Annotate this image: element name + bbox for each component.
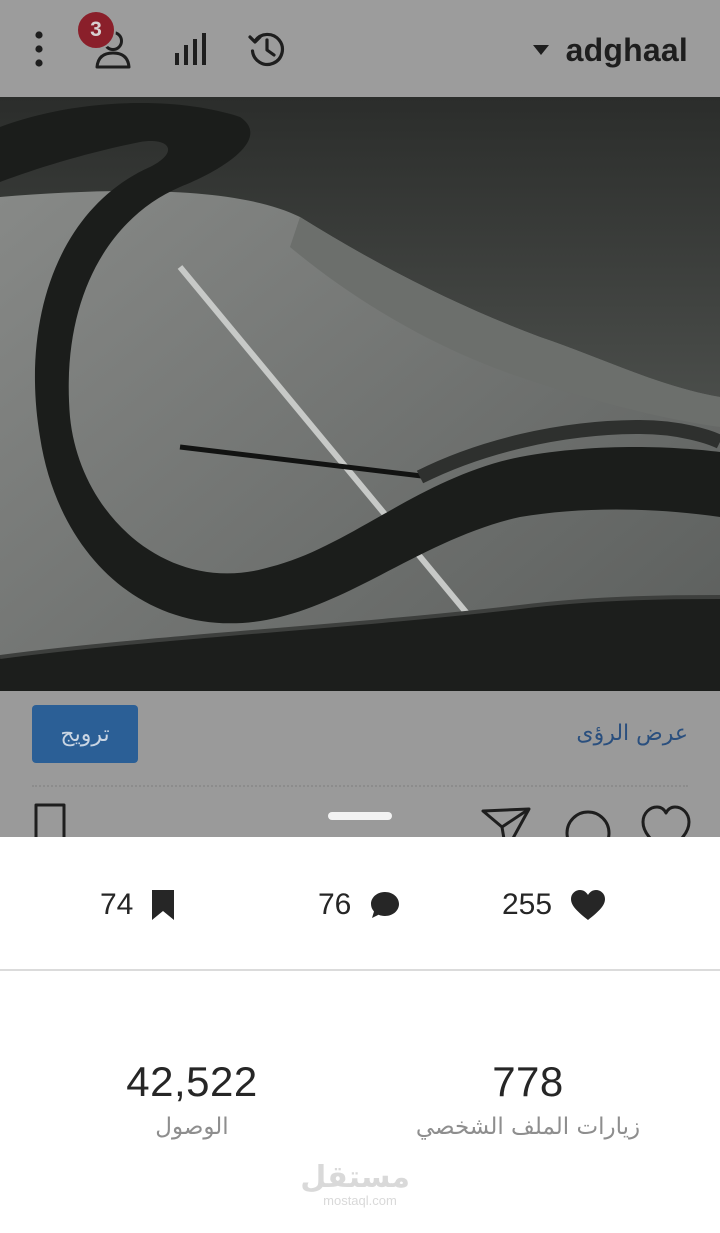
likes-count: 255 xyxy=(502,888,553,921)
profile-visits-metric: 778 زيارات الملف الشخصي xyxy=(378,1058,678,1140)
profile-visits-label: زيارات الملف الشخصي xyxy=(415,1114,641,1140)
notification-badge: 3 xyxy=(76,10,116,50)
saves-count: 74 xyxy=(100,888,134,921)
watermark-url: mostaql.com xyxy=(323,1193,397,1208)
sheet-drag-handle[interactable] xyxy=(328,812,392,820)
comment-bubble-icon xyxy=(565,810,611,837)
profile-visits-value: 778 xyxy=(492,1058,564,1105)
stats-divider xyxy=(0,969,720,971)
comment-filled-icon xyxy=(371,892,400,918)
activity-history-button[interactable] xyxy=(242,24,292,74)
account-name: adghaal xyxy=(565,31,688,68)
interaction-stats: 74 76 255 xyxy=(0,837,720,970)
direct-send-icon xyxy=(481,807,531,837)
comments-count: 76 xyxy=(318,888,352,921)
activity-history-icon xyxy=(248,32,285,67)
view-insights-link[interactable]: عرض الرؤى xyxy=(576,721,688,746)
footer-divider xyxy=(32,785,688,787)
promote-button[interactable]: ترويج xyxy=(32,705,138,763)
insights-button[interactable] xyxy=(166,24,216,74)
more-options-button[interactable] xyxy=(14,24,64,74)
comments-stat: 76 xyxy=(318,885,401,925)
top-app-bar: 3 adghaal xyxy=(0,0,720,97)
heart-filled-icon xyxy=(571,890,606,920)
more-vertical-icon xyxy=(35,31,43,67)
heart-outline-icon xyxy=(641,805,691,837)
watermark-mark: مستقل xyxy=(300,1160,410,1195)
reach-metric: 42,522 الوصول xyxy=(42,1058,342,1140)
share-action-button[interactable] xyxy=(480,803,532,837)
account-switcher[interactable]: adghaal xyxy=(532,28,688,72)
saves-stat: 74 xyxy=(100,885,175,925)
video-thumbnail-image xyxy=(0,97,720,691)
insights-bar-chart-icon xyxy=(175,33,206,65)
watermark: مستقل mostaql.com xyxy=(300,1160,410,1208)
bookmark-filled-icon xyxy=(152,890,175,920)
save-action-button[interactable] xyxy=(32,803,84,837)
likes-stat: 255 xyxy=(502,885,606,925)
reach-label: الوصول xyxy=(155,1114,229,1140)
like-action-button[interactable] xyxy=(640,803,692,837)
comment-action-button[interactable] xyxy=(562,803,614,837)
reach-value: 42,522 xyxy=(126,1058,258,1105)
bookmark-icon xyxy=(34,803,66,837)
chevron-down-icon xyxy=(532,45,549,55)
post-media[interactable] xyxy=(0,97,720,691)
